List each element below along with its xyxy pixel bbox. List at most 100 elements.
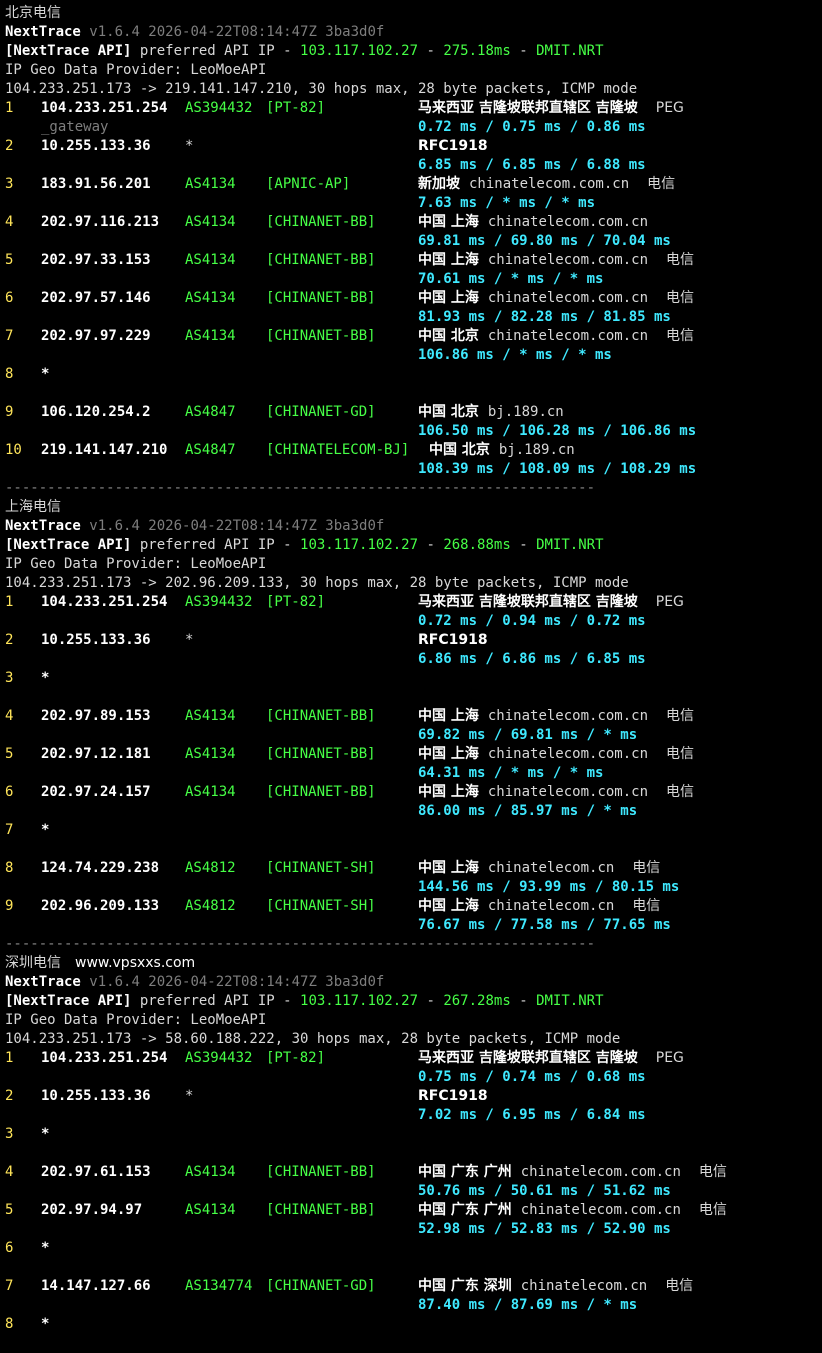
hop-geo: 中国 上海 [418, 898, 479, 914]
hop-extra: _gateway [41, 119, 109, 135]
hop-number: 5 [5, 252, 14, 268]
hop-isp: 电信 [665, 1278, 694, 1294]
hop-domain: chinatelecom.cn [487, 860, 615, 876]
hop-number: 3 [5, 670, 14, 686]
hop-domain: chinatelecom.com.cn [487, 784, 649, 800]
hop-domain: chinatelecom.com.cn [469, 176, 630, 192]
hop-prefix: [APNIC-AP] [266, 176, 351, 192]
hop-domain: chinatelecom.cn [520, 1278, 648, 1294]
api-ip: 103.117.102.27 [300, 537, 419, 553]
hop-asn: * [185, 1088, 194, 1104]
hop-prefix: [PT-82] [266, 594, 326, 610]
hop-number: 2 [5, 632, 14, 648]
geo-provider: IP Geo Data Provider: LeoMoeAPI [5, 556, 267, 572]
hop-rtt: 0.72 ms / 0.75 ms / 0.86 ms [418, 119, 646, 135]
version-info: v1.6.4 2026-04-22T08:14:47Z 3ba3d0f [89, 24, 385, 40]
hop-location: 中国 上海 chinatelecom.com.cn 电信 [418, 289, 694, 308]
hop-detail-row: 106.86 ms / * ms / * ms [5, 346, 820, 365]
hop-number: 6 [5, 784, 14, 800]
hop-location: RFC1918 [418, 137, 488, 156]
route-line: 104.233.251.173 -> 202.96.209.133, 30 ho… [5, 574, 820, 593]
hop-isp: PEG [655, 594, 684, 610]
hop-domain: chinatelecom.com.cn [520, 1202, 681, 1218]
hop-blank-row [5, 1144, 820, 1163]
hop-detail-row: 76.67 ms / 77.58 ms / 77.65 ms [5, 916, 820, 935]
hop-ip: * [41, 1126, 50, 1142]
hop-number: 9 [5, 404, 14, 420]
terminal-output: 北京电信 NextTrace v1.6.4 2026-04-22T08:14:47… [5, 4, 820, 1353]
hop-location: 中国 北京 bj.189.cn [418, 403, 564, 422]
hop-prefix: [CHINANET-BB] [266, 328, 376, 344]
api-dash: - [418, 43, 444, 59]
hop-detail-row: 69.82 ms / 69.81 ms / * ms [5, 726, 820, 745]
hop-asn: AS4134 [185, 290, 236, 306]
hop-number: 8 [5, 366, 14, 382]
hop-rtt: 76.67 ms / 77.58 ms / 77.65 ms [418, 917, 671, 933]
hop-ip: 10.255.133.36 [41, 1088, 151, 1104]
hop-location: 中国 上海 chinatelecom.com.cn 电信 [418, 707, 694, 726]
hop-location: 中国 上海 chinatelecom.com.cn 电信 [418, 745, 694, 764]
hop-row: 2 10.255.133.36 * RFC1918 [5, 137, 820, 156]
hop-number: 1 [5, 100, 14, 116]
hop-detail-row: 7.02 ms / 6.95 ms / 6.84 ms [5, 1106, 820, 1125]
api-text: preferred API IP - [131, 537, 301, 553]
hop-ip: 202.97.57.146 [41, 290, 151, 306]
hop-prefix: [CHINANET-BB] [266, 1164, 376, 1180]
hop-geo: 马来西亚 吉隆坡联邦直辖区 吉隆坡 [418, 594, 638, 610]
route-info: 104.233.251.173 -> 219.141.147.210, 30 h… [5, 81, 638, 97]
hop-location: 马来西亚 吉隆坡联邦直辖区 吉隆坡 PEG [418, 593, 684, 612]
hop-detail-row: 69.81 ms / 69.80 ms / 70.04 ms [5, 232, 820, 251]
hop-geo: 中国 广东 广州 [418, 1202, 512, 1218]
hop-isp: 电信 [632, 860, 661, 876]
route-info: 104.233.251.173 -> 58.60.188.222, 30 hop… [5, 1031, 621, 1047]
hop-detail-row: 6.85 ms / 6.85 ms / 6.88 ms [5, 156, 820, 175]
hop-isp: 电信 [632, 898, 661, 914]
hop-rtt: 0.75 ms / 0.74 ms / 0.68 ms [418, 1069, 646, 1085]
hop-asn: AS4134 [185, 214, 236, 230]
hop-domain: bj.189.cn [498, 442, 575, 458]
api-dash: - [418, 537, 444, 553]
hop-asn: AS4847 [185, 442, 236, 458]
hop-asn: AS4134 [185, 1164, 236, 1180]
hop-domain: chinatelecom.com.cn [487, 252, 649, 268]
hop-isp: PEG [655, 100, 684, 116]
hop-ip: 202.97.97.229 [41, 328, 151, 344]
api-ip: 103.117.102.27 [300, 43, 419, 59]
hop-rtt: 6.85 ms / 6.85 ms / 6.88 ms [418, 157, 646, 173]
hop-isp: PEG [655, 1050, 684, 1066]
hop-geo: 马来西亚 吉隆坡联邦直辖区 吉隆坡 [418, 1050, 638, 1066]
hop-ip: 202.97.33.153 [41, 252, 151, 268]
hop-detail-row: 64.31 ms / * ms / * ms [5, 764, 820, 783]
hop-asn: AS394432 [185, 100, 253, 116]
hop-asn: AS4134 [185, 746, 236, 762]
hop-rtt: 7.63 ms / * ms / * ms [418, 195, 596, 211]
nexttrace-header: NextTrace v1.6.4 2026-04-22T08:14:47Z 3b… [5, 23, 820, 42]
hop-geo: RFC1918 [418, 632, 488, 648]
hop-ip: 14.147.127.66 [41, 1278, 151, 1294]
hop-rtt: 7.02 ms / 6.95 ms / 6.84 ms [418, 1107, 646, 1123]
hop-number: 5 [5, 1202, 14, 1218]
api-dash: - [510, 993, 537, 1009]
hop-domain: chinatelecom.com.cn [487, 328, 649, 344]
section-title-line: 北京电信 [5, 4, 820, 23]
api-node: DMIT.NRT [536, 537, 604, 553]
hop-detail-row: 87.40 ms / 87.69 ms / * ms [5, 1296, 820, 1315]
api-text: preferred API IP - [131, 43, 301, 59]
hop-row: 8 * [5, 365, 820, 384]
geo-provider-line: IP Geo Data Provider: LeoMoeAPI [5, 61, 820, 80]
hop-row: 5 202.97.12.181 AS4134 [CHINANET-BB] 中国 上海 ch… [5, 745, 820, 764]
hop-rtt: 64.31 ms / * ms / * ms [418, 765, 604, 781]
api-line: [NextTrace API] preferred API IP - 103.1… [5, 992, 820, 1011]
hop-number: 8 [5, 860, 14, 876]
hop-domain: chinatelecom.cn [487, 898, 615, 914]
api-tag: [NextTrace API] [5, 537, 132, 553]
hop-prefix: [PT-82] [266, 1050, 326, 1066]
hop-rtt: 70.61 ms / * ms / * ms [418, 271, 604, 287]
hop-number: 1 [5, 594, 14, 610]
hop-domain: chinatelecom.com.cn [487, 708, 649, 724]
hop-row: 6 202.97.24.157 AS4134 [CHINANET-BB] 中国 上海 ch… [5, 783, 820, 802]
section-title-line: 上海电信 [5, 498, 820, 517]
hop-isp: 电信 [666, 328, 695, 344]
hop-prefix: [CHINANET-BB] [266, 214, 376, 230]
hop-prefix: [CHINANET-SH] [266, 860, 376, 876]
